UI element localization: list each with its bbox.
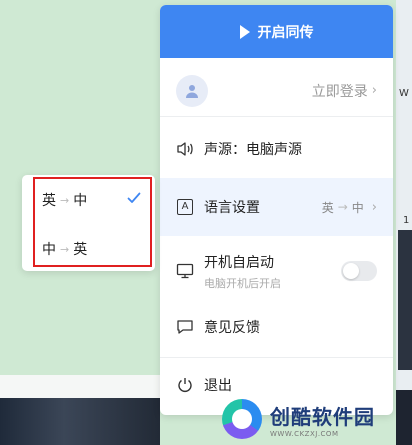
play-icon bbox=[239, 24, 250, 39]
language-label: 语言设置 bbox=[204, 200, 260, 216]
desktop-image-right bbox=[398, 230, 412, 370]
menu-item-feedback[interactable]: 意见反馈 bbox=[160, 302, 393, 352]
option-from: 中 bbox=[42, 242, 56, 258]
arrow-right-icon: → bbox=[60, 242, 70, 256]
feedback-icon bbox=[176, 318, 194, 336]
language-option-en-zh[interactable]: 英 → 中 bbox=[22, 178, 155, 222]
login-link[interactable]: 立即登录 › bbox=[312, 81, 377, 101]
option-from: 英 bbox=[42, 193, 56, 209]
brand-name: 创酷软件园 bbox=[270, 404, 375, 429]
chevron-right-icon: › bbox=[371, 83, 377, 98]
power-icon bbox=[176, 376, 194, 394]
language-from: 英 bbox=[321, 200, 334, 215]
user-row: 立即登录 › bbox=[160, 65, 393, 117]
monitor-icon bbox=[176, 262, 194, 280]
start-sync-button[interactable]: 开启同传 bbox=[160, 5, 393, 58]
menu-item-autostart: 开机自启动 电脑开机后开启 bbox=[160, 241, 393, 301]
autostart-label: 开机自启动 bbox=[204, 254, 274, 271]
option-to: 中 bbox=[73, 193, 88, 209]
menu-item-language[interactable]: A 语言设置 英 → 中 › bbox=[160, 178, 393, 236]
speaker-icon bbox=[176, 140, 194, 158]
autostart-toggle[interactable] bbox=[341, 261, 377, 281]
menu-item-audio-source[interactable]: 声源：电脑声源 bbox=[160, 123, 393, 175]
language-submenu: 英 → 中 中 → 英 bbox=[22, 175, 155, 271]
language-to: 中 bbox=[351, 200, 364, 215]
watermark-logo: 创酷软件园 WWW.CKZXJ.COM bbox=[222, 393, 396, 445]
feedback-label: 意见反馈 bbox=[204, 320, 260, 336]
language-icon: A bbox=[176, 198, 194, 216]
exit-label: 退出 bbox=[204, 378, 232, 394]
desktop-image-left bbox=[0, 398, 160, 445]
language-current: 英 → 中 › bbox=[322, 199, 377, 216]
arrow-right-icon: → bbox=[60, 193, 70, 207]
start-sync-label: 开启同传 bbox=[257, 23, 314, 40]
chevron-right-icon: › bbox=[371, 199, 377, 215]
desktop-image-right-bottom bbox=[396, 390, 412, 445]
language-option-zh-en[interactable]: 中 → 英 bbox=[22, 227, 155, 271]
audio-source-label: 声源：电脑声源 bbox=[204, 142, 302, 158]
user-icon bbox=[186, 84, 198, 98]
avatar[interactable] bbox=[176, 74, 208, 107]
brand-url: WWW.CKZXJ.COM bbox=[270, 429, 339, 438]
toggle-knob bbox=[343, 263, 359, 279]
brand-logo-icon bbox=[222, 399, 262, 439]
option-to: 英 bbox=[73, 242, 88, 258]
login-label: 立即登录 bbox=[311, 83, 368, 100]
arrow-right-icon: → bbox=[337, 200, 348, 214]
autostart-description: 电脑开机后开启 bbox=[204, 276, 281, 290]
checkmark-icon bbox=[127, 192, 141, 203]
edge-label: 1 bbox=[403, 215, 410, 226]
settings-menu-panel: 开启同传 立即登录 › 声源：电脑声源 A 语言设置 英 → 中 › 开机自启动… bbox=[160, 5, 393, 415]
edge-label: W bbox=[399, 88, 409, 99]
